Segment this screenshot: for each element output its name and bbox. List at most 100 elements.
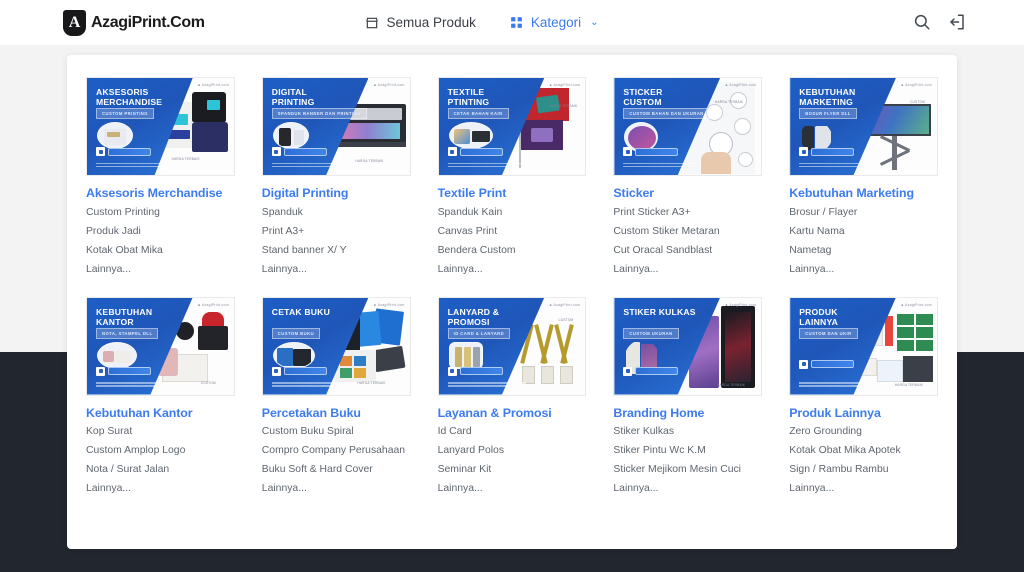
category-title[interactable]: Percetakan Buku [262,406,411,421]
thumbnail-badge: CUSTOM BUKU [272,328,320,339]
category-title[interactable]: Produk Lainnya [789,406,938,421]
category-thumbnail[interactable]: AzagiPrint.com HARGA TERBAIK STIKER KULK… [613,297,762,396]
list-item[interactable]: Seminar Kit [438,465,587,475]
thumbnail-shop-button[interactable] [448,147,503,156]
category-card[interactable]: AzagiPrint.com HARGA TERBAIK STICKER CUS… [604,77,771,284]
cart-icon [272,147,281,156]
search-icon[interactable] [913,13,931,31]
list-item[interactable]: Canvas Print [438,227,587,237]
thumbnail-badge: CUSTOM UKURAN [623,328,678,339]
category-card[interactable]: AzagiPrint.com HARGA TERBAIK CETAK BUKU … [253,297,420,504]
category-title[interactable]: Aksesoris Merchandise [86,186,235,201]
category-thumbnail[interactable]: AzagiPrint.com CUSTOM KEBUTUHAN MARKETIN… [789,77,938,176]
category-thumbnail[interactable]: AzagiPrint.com HARGA TERBAIK STICKER CUS… [613,77,762,176]
category-thumbnail[interactable]: AzagiPrint.com HARGA TERBAIK PRODUK LAIN… [789,297,938,396]
list-item[interactable]: Cut Oracal Sandblast [613,246,762,256]
category-title[interactable]: Sticker [613,186,762,201]
category-more-link[interactable]: Lainnya... [613,484,762,494]
category-panel: AzagiPrint.com HARGA TERBAIK AKSESORIS M… [67,55,957,549]
list-item[interactable]: Sticker Mejikom Mesin Cuci [613,465,762,475]
category-card[interactable]: AzagiPrint.com HARGA TERBAIK DIGITAL PRI… [253,77,420,284]
category-grid: AzagiPrint.com HARGA TERBAIK AKSESORIS M… [77,77,947,503]
shop-now-pill [635,367,678,375]
thumbnail-shop-button[interactable] [96,147,151,156]
category-title[interactable]: Branding Home [613,406,762,421]
category-thumbnail[interactable]: AzagiPrint.com CUSTOM KEBUTUHAN KANTOR N… [86,297,235,396]
thumbnail-shop-button[interactable] [272,147,327,156]
category-card[interactable]: AzagiPrint.com CUSTOM LANYARD & PROMOSI … [429,297,596,504]
list-item[interactable]: Stiker Pintu Wc K.M [613,446,762,456]
list-item[interactable]: Bendera Custom [438,246,587,256]
category-card[interactable]: AzagiPrint.com HARGA TERBAIK PRODUK LAIN… [780,297,947,504]
thumbnail-shop-button[interactable] [623,367,678,376]
thumbnail-shop-button[interactable] [96,367,151,376]
category-title[interactable]: Kebutuhan Marketing [789,186,938,201]
list-item[interactable]: Produk Jadi [86,227,235,237]
category-more-link[interactable]: Lainnya... [262,265,411,275]
thumbnail-shop-button[interactable] [623,147,678,156]
category-more-link[interactable]: Lainnya... [613,265,762,275]
nav-item-semua-produk[interactable]: Semua Produk [365,15,476,30]
shop-now-pill [460,148,503,156]
category-thumbnail[interactable]: AzagiPrint.com CUSTOM LANYARD & PROMOSI … [438,297,587,396]
list-item[interactable]: Buku Soft & Hard Cover [262,465,411,475]
category-title[interactable]: Textile Print [438,186,587,201]
list-item[interactable]: Custom Printing [86,208,235,218]
list-item[interactable]: Custom Amplop Logo [86,446,235,456]
list-item[interactable]: Print Sticker A3+ [613,208,762,218]
category-title[interactable]: Kebutuhan Kantor [86,406,235,421]
list-item[interactable]: Lanyard Polos [438,446,587,456]
header-actions [913,13,966,31]
list-item[interactable]: Brosur / Flayer [789,208,938,218]
list-item[interactable]: Sign / Rambu Rambu [789,465,938,475]
category-card[interactable]: AzagiPrint.com HARGA TERBAIK STIKER KULK… [604,297,771,504]
list-item[interactable]: Custom Buku Spiral [262,427,411,437]
login-icon[interactable] [948,13,966,31]
category-card[interactable]: AzagiPrint.com HARGA TERBAIK AKSESORIS M… [77,77,244,284]
site-header: A AzagiPrint.Com Semua Produk Kategori ⌄ [0,0,1024,45]
list-item[interactable]: Kotak Obat Mika [86,246,235,256]
thumbnail-shop-button[interactable] [448,367,503,376]
category-card[interactable]: AzagiPrint.com CUSTOM KEBUTUHAN MARKETIN… [780,77,947,284]
list-item[interactable]: Print A3+ [262,227,411,237]
brand-logo[interactable]: A AzagiPrint.Com [63,10,205,36]
list-item[interactable]: Kop Surat [86,427,235,437]
category-more-link[interactable]: Lainnya... [262,484,411,494]
category-thumbnail[interactable]: AzagiPrint.com HARGA TERBAIK CETAK BUKU … [262,297,411,396]
list-item[interactable]: Nota / Surat Jalan [86,465,235,475]
list-item[interactable]: Stiker Kulkas [613,427,762,437]
shop-now-pill [284,148,327,156]
category-more-link[interactable]: Lainnya... [789,265,938,275]
list-item[interactable]: Zero Grounding [789,427,938,437]
category-more-link[interactable]: Lainnya... [86,484,235,494]
category-title[interactable]: Digital Printing [262,186,411,201]
thumbnail-shop-button[interactable] [272,367,327,376]
thumbnail-shop-button[interactable] [799,147,854,156]
category-more-link[interactable]: Lainnya... [438,484,587,494]
thumbnail-tagline: HARGA TERBAIK [357,381,385,385]
category-thumbnail[interactable]: AzagiPrint.com HARGA TERBAIK DIGITAL PRI… [262,77,411,176]
category-more-link[interactable]: Lainnya... [86,265,235,275]
list-item[interactable]: Kartu Nama [789,227,938,237]
thumbnail-shop-button[interactable] [799,360,854,369]
category-more-link[interactable]: Lainnya... [438,265,587,275]
nav-item-kategori[interactable]: Kategori ⌄ [509,15,599,30]
thumbnail-inset-image [273,122,309,149]
shop-now-pill [284,367,327,375]
category-item-list: Print Sticker A3+ Custom Stiker Metaran … [613,208,762,275]
list-item[interactable]: Spanduk [262,208,411,218]
category-thumbnail[interactable]: AzagiPrint.com HARGA TERBAIK AKSESORIS M… [86,77,235,176]
list-item[interactable]: Spanduk Kain [438,208,587,218]
category-title[interactable]: Layanan & Promosi [438,406,587,421]
list-item[interactable]: Custom Stiker Metaran [613,227,762,237]
list-item[interactable]: Stand banner X/ Y [262,246,411,256]
category-card[interactable]: AzagiPrint.com CUSTOM KEBUTUHAN KANTOR N… [77,297,244,504]
category-item-list: Kop Surat Custom Amplop Logo Nota / Sura… [86,427,235,494]
category-more-link[interactable]: Lainnya... [789,484,938,494]
category-thumbnail[interactable]: AzagiPrint.com HARGA TERBAIK TEXTILE PTI… [438,77,587,176]
list-item[interactable]: Nametag [789,246,938,256]
category-card[interactable]: AzagiPrint.com HARGA TERBAIK TEXTILE PTI… [429,77,596,284]
list-item[interactable]: Compro Company Perusahaan [262,446,411,456]
list-item[interactable]: Id Card [438,427,587,437]
list-item[interactable]: Kotak Obat Mika Apotek [789,446,938,456]
